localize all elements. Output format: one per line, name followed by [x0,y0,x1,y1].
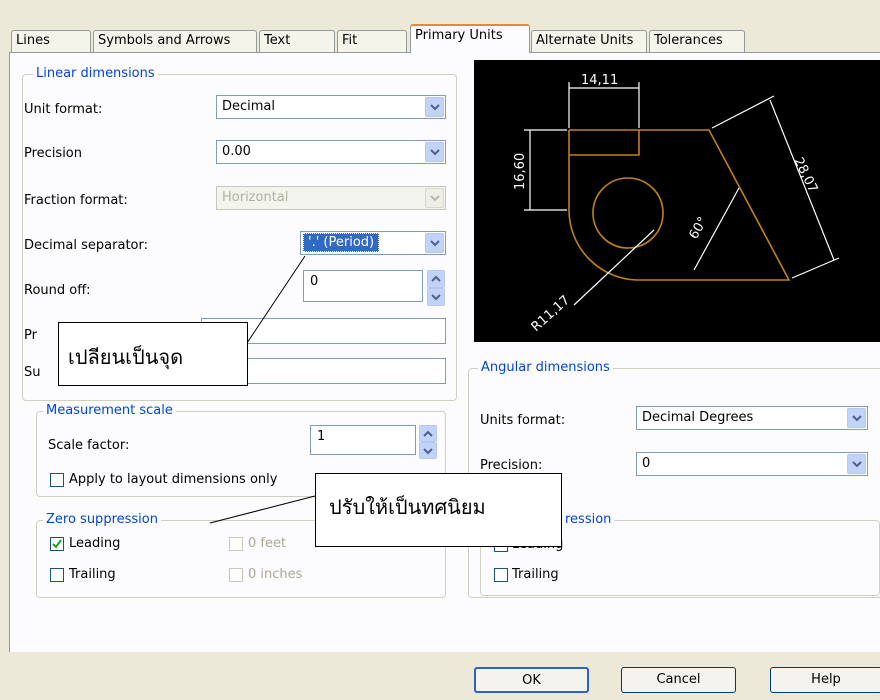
callout-change-to-period: เปลียนเป็นจุด [58,322,248,386]
callout-change-to-period-text: เปลียนเป็นจุด [68,345,184,369]
callout-set-decimal: ปรับให้เป็นทศนิยม [315,473,562,547]
callout-set-decimal-text: ปรับให้เป็นทศนิยม [329,495,486,519]
